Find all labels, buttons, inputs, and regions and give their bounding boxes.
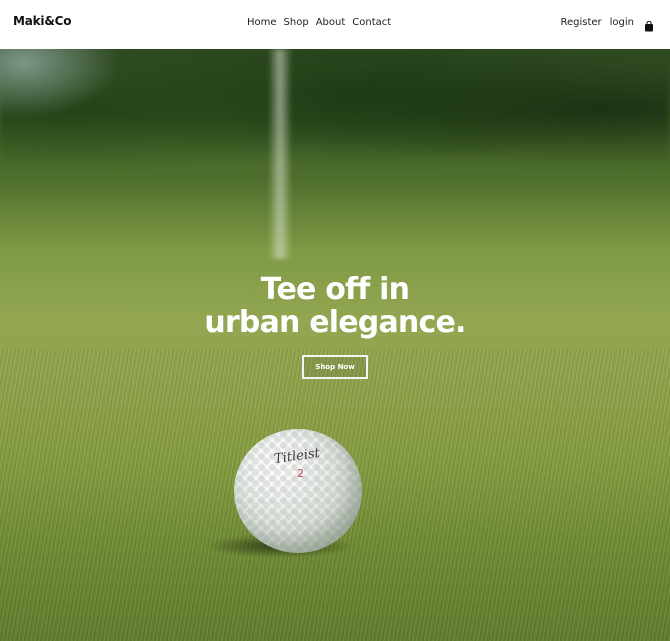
hero-title-line-2: urban elegance.	[204, 305, 466, 340]
hero-title: Tee off in urban elegance.	[0, 273, 670, 339]
navbar: Maki&Co Home Shop About Contact Register…	[0, 0, 670, 49]
main-nav: Home Shop About Contact	[247, 17, 391, 28]
shopping-bag-icon[interactable]	[644, 17, 654, 32]
hero-title-line-1: Tee off in	[260, 272, 410, 307]
nav-link-shop[interactable]: Shop	[284, 17, 309, 28]
ball-number-text: 2	[297, 467, 304, 480]
ball-dimples	[234, 429, 362, 553]
golf-ball-image: Titleist 2	[234, 429, 362, 553]
nav-link-about[interactable]: About	[316, 17, 346, 28]
login-link[interactable]: login	[610, 17, 634, 28]
brand-logo[interactable]: Maki&Co	[13, 14, 71, 28]
shop-now-button[interactable]: Shop Now	[302, 355, 368, 379]
register-link[interactable]: Register	[560, 17, 601, 28]
flag-pole-image	[268, 49, 292, 259]
sky-background	[0, 49, 120, 119]
nav-link-contact[interactable]: Contact	[352, 17, 391, 28]
account-nav: Register login	[560, 17, 654, 32]
nav-link-home[interactable]: Home	[247, 17, 277, 28]
hero-content: Tee off in urban elegance. Shop Now	[0, 273, 670, 379]
